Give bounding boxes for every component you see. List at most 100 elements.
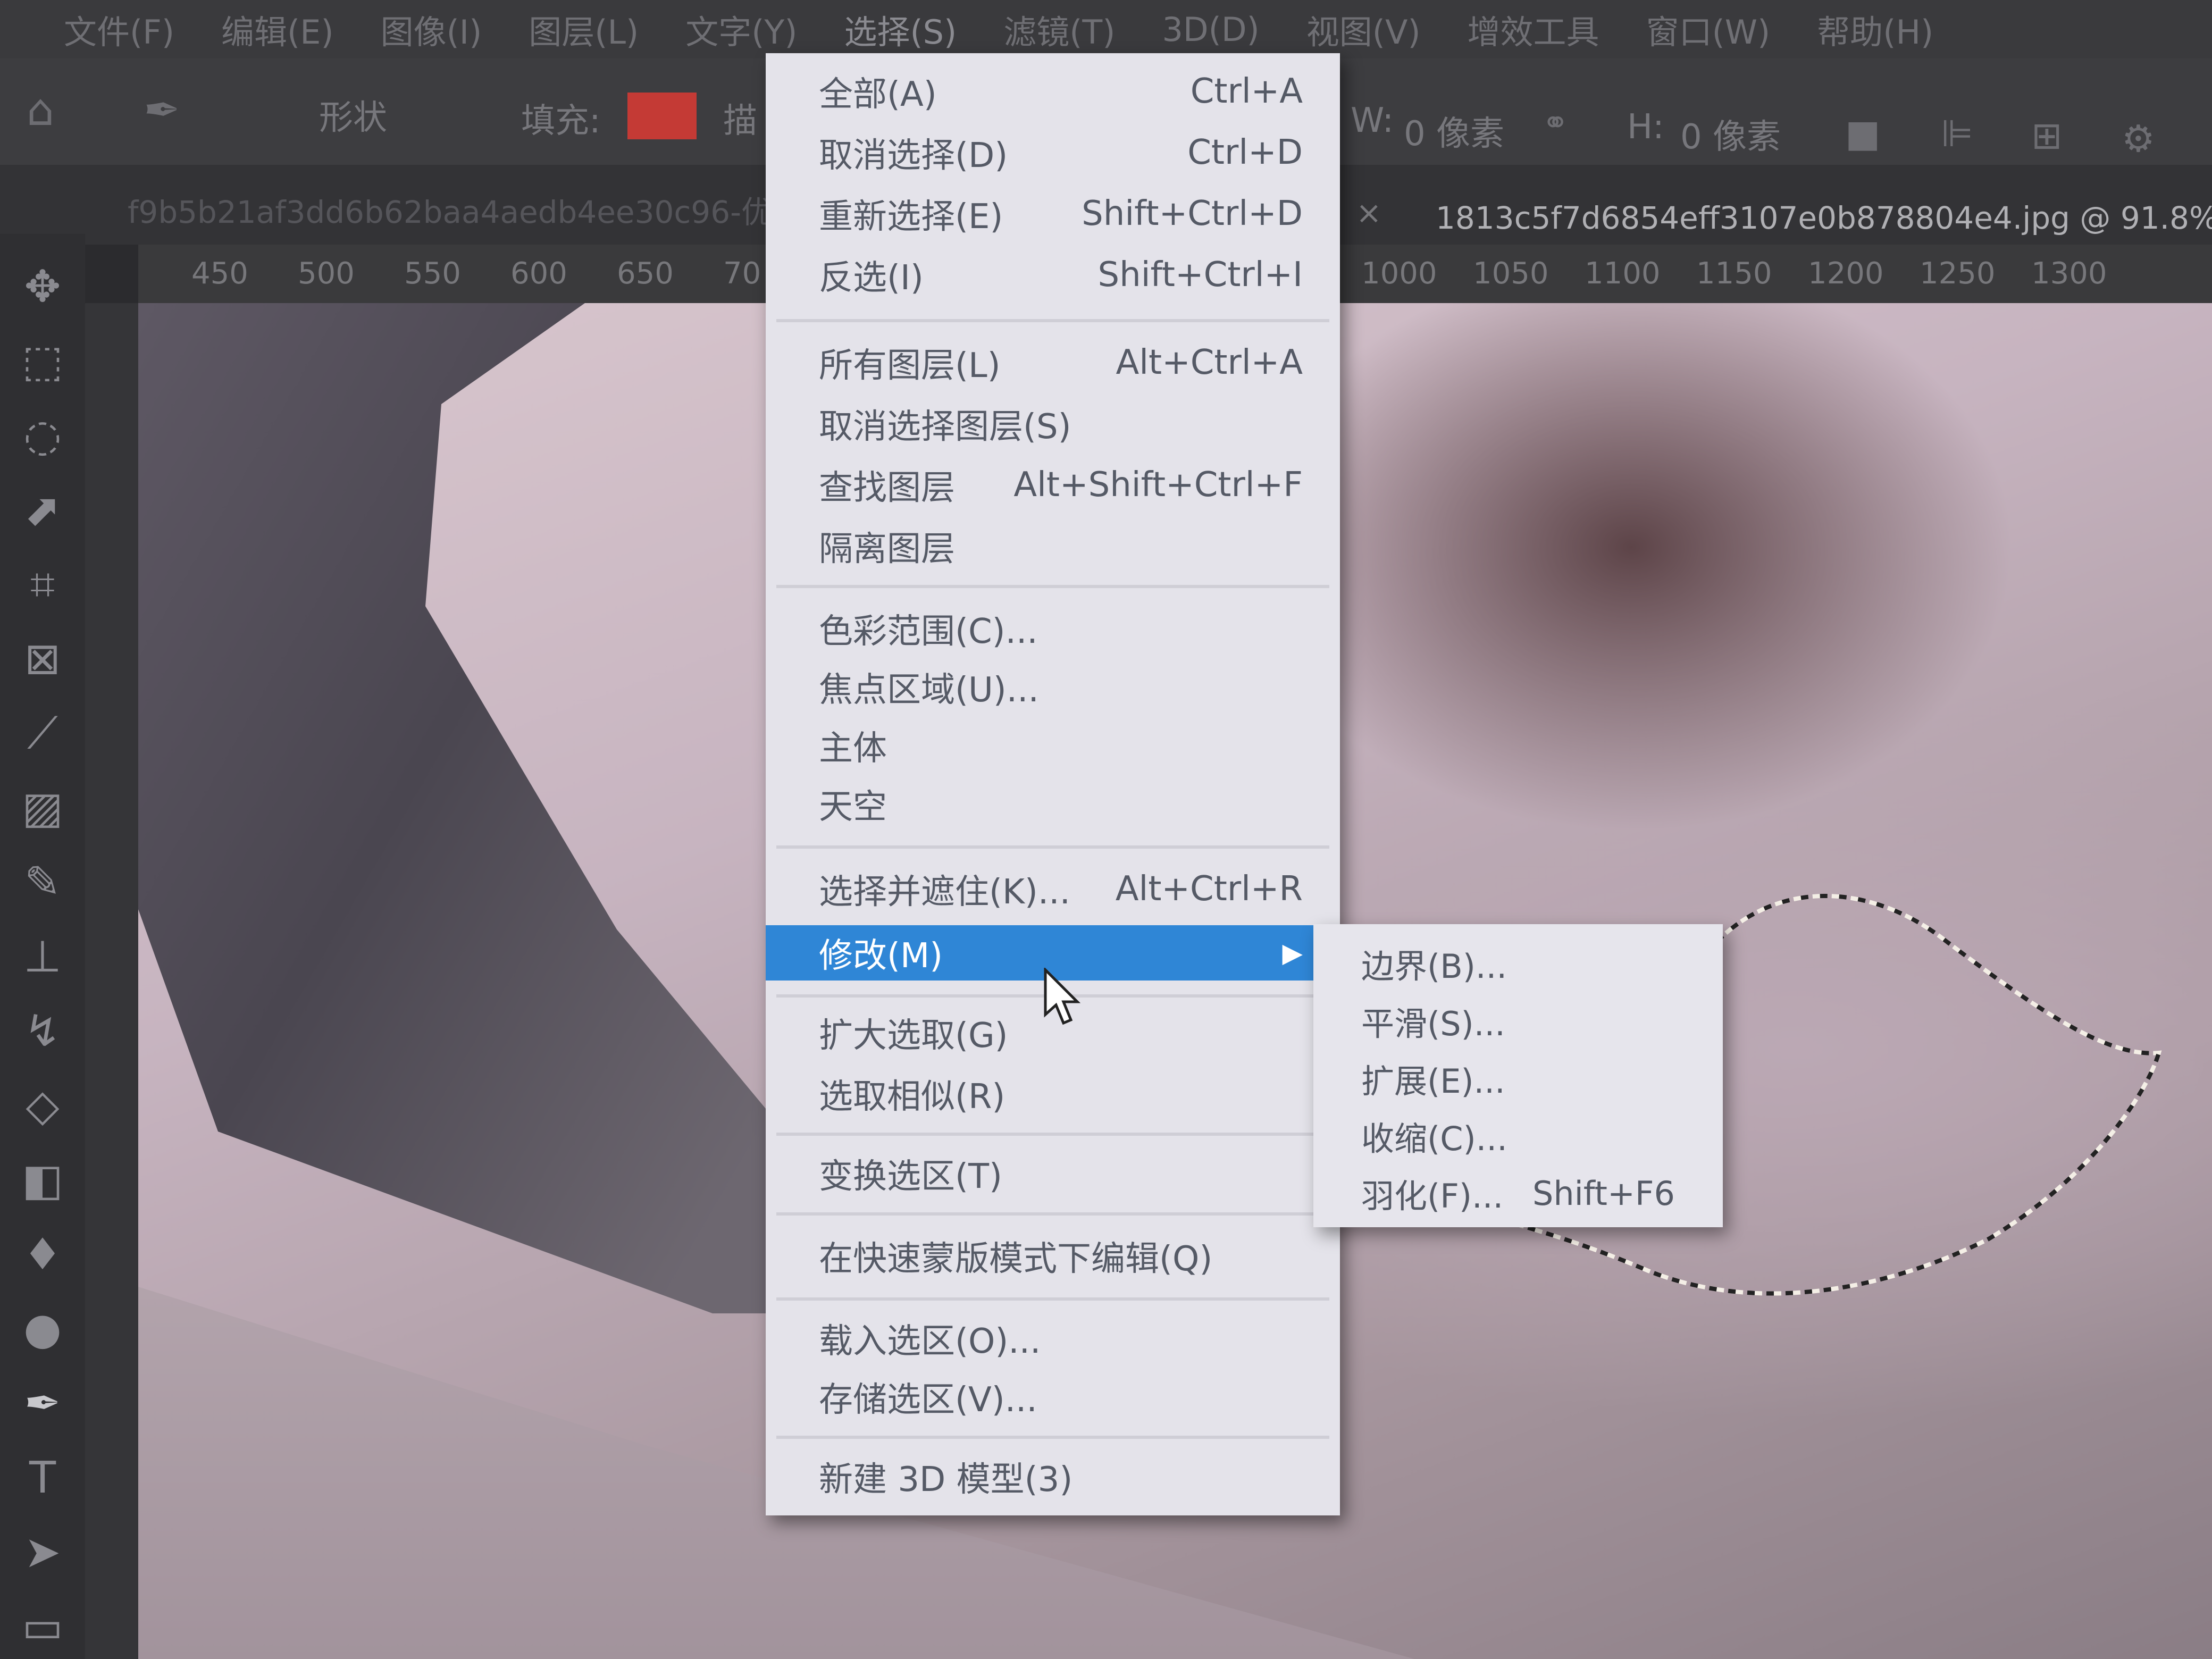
eraser-tool-icon[interactable]: ◇: [16, 1079, 69, 1133]
menu-item-subject[interactable]: 主体: [766, 718, 1340, 773]
marquee-tool-icon[interactable]: ⬚: [16, 335, 69, 388]
close-tab-icon[interactable]: ×: [1356, 195, 1382, 231]
ruler-tick: 650: [617, 256, 674, 291]
quick-selection-tool-icon[interactable]: ⬈: [16, 484, 69, 537]
menu-item-select-and-mask[interactable]: 选择并遮住(K)... Alt+Ctrl+R: [766, 861, 1340, 917]
ruler-tick: 70: [723, 256, 761, 291]
menu-item-sky[interactable]: 天空: [766, 776, 1340, 832]
menu-item-color-range[interactable]: 色彩范围(C)...: [766, 601, 1340, 656]
menu-layer[interactable]: 图层(L): [529, 5, 639, 53]
menu-type[interactable]: 文字(Y): [685, 5, 797, 53]
menu-divider: [776, 319, 1329, 322]
tools-panel: ✥ ⬚ ◌ ⬈ ⌗ ⊠ ⟋ ▨ ✎ ⊥ ↯ ◇ ◧ ♦ ● ✒ T ➤ ▭: [0, 234, 85, 1659]
menu-divider: [776, 845, 1329, 849]
menu-item-focus-area[interactable]: 焦点区域(U)...: [766, 659, 1340, 715]
rectangle-tool-icon[interactable]: ▭: [16, 1601, 69, 1654]
ruler-tick: 1100: [1585, 256, 1661, 291]
menu-divider: [776, 585, 1329, 588]
lasso-tool-icon[interactable]: ◌: [16, 409, 69, 463]
menu-view[interactable]: 视图(V): [1306, 5, 1421, 53]
menu-item-new-3d-model[interactable]: 新建 3D 模型(3): [766, 1449, 1340, 1504]
menu-item-inverse[interactable]: 反选(I) Shift+Ctrl+I: [766, 247, 1340, 303]
ruler-tick: 1150: [1696, 256, 1772, 291]
menu-item-isolate-layers[interactable]: 隔离图层: [766, 518, 1340, 574]
menu-bar: 文件(F) 编辑(E) 图像(I) 图层(L) 文字(Y) 选择(S) 滤镜(T…: [0, 0, 2212, 58]
width-field[interactable]: 0 像素: [1404, 106, 1504, 155]
pen-tool-icon[interactable]: ✒: [144, 85, 180, 136]
menu-item-similar[interactable]: 选取相似(R): [766, 1066, 1340, 1121]
ruler-tick: 550: [404, 256, 461, 291]
menu-item-deselect[interactable]: 取消选择(D) Ctrl+D: [766, 125, 1340, 180]
document-tab-inactive[interactable]: f9b5b21af3dd6b62baa4aedb4ee30c96-优化: [128, 187, 803, 232]
menu-divider: [776, 1133, 1329, 1136]
brush-tool-icon[interactable]: ✎: [16, 856, 69, 909]
history-brush-tool-icon[interactable]: ↯: [16, 1005, 69, 1058]
menu-item-deselect-layers[interactable]: 取消选择图层(S): [766, 396, 1340, 451]
submenu-item-feather[interactable]: 羽化(F)... Shift+F6: [1313, 1164, 1723, 1222]
width-label: W:: [1351, 101, 1394, 140]
menu-select[interactable]: 选择(S): [844, 5, 957, 53]
submenu-arrow-icon: ▶: [1282, 937, 1303, 968]
ruler-tick: 1050: [1473, 256, 1549, 291]
menu-help[interactable]: 帮助(H): [1817, 5, 1933, 53]
crop-tool-icon[interactable]: ⌗: [16, 558, 69, 611]
height-label: H:: [1627, 107, 1664, 147]
menu-image[interactable]: 图像(I): [381, 5, 482, 53]
gradient-tool-icon[interactable]: ◧: [16, 1154, 69, 1207]
vertical-ruler: [85, 303, 138, 1659]
home-icon[interactable]: ⌂: [27, 85, 54, 136]
select-menu-dropdown: 全部(A) Ctrl+A 取消选择(D) Ctrl+D 重新选择(E) Shift+C…: [766, 53, 1340, 1515]
path-alignment-icon[interactable]: ⊫: [1941, 112, 1973, 155]
dodge-tool-icon[interactable]: ●: [16, 1303, 69, 1356]
healing-brush-tool-icon[interactable]: ▨: [16, 782, 69, 835]
menu-filter[interactable]: 滤镜(T): [1003, 5, 1115, 53]
menu-item-load-selection[interactable]: 载入选区(O)...: [766, 1311, 1340, 1366]
ruler-tick: 1300: [2031, 256, 2107, 291]
type-tool-icon[interactable]: T: [16, 1452, 69, 1505]
ruler-tick: 450: [191, 256, 248, 291]
link-icon[interactable]: ⚭: [1542, 104, 1569, 141]
ruler-tick: 1000: [1361, 256, 1437, 291]
menu-item-all[interactable]: 全部(A) Ctrl+A: [766, 64, 1340, 119]
pen-tool-icon[interactable]: ✒: [16, 1377, 69, 1430]
ruler-tick: 1250: [1920, 256, 1996, 291]
blur-tool-icon[interactable]: ♦: [16, 1228, 69, 1281]
ruler-tick: 1200: [1808, 256, 1884, 291]
submenu-item-border[interactable]: 边界(B)...: [1313, 935, 1723, 992]
ruler-tick: 500: [298, 256, 355, 291]
menu-item-save-selection[interactable]: 存储选区(V)...: [766, 1369, 1340, 1425]
stamp-tool-icon[interactable]: ⊥: [16, 931, 69, 984]
path-selection-tool-icon[interactable]: ➤: [16, 1526, 69, 1579]
menu-divider: [776, 1297, 1329, 1301]
document-tab-active[interactable]: 1813c5f7d6854eff3107e0b878804e4.jpg @ 91…: [1436, 200, 2212, 236]
submenu-item-smooth[interactable]: 平滑(S)...: [1313, 992, 1723, 1050]
ruler-tick: 600: [510, 256, 567, 291]
stroke-label: 描: [723, 102, 757, 141]
menu-item-reselect[interactable]: 重新选择(E) Shift+Ctrl+D: [766, 186, 1340, 241]
menu-item-all-layers[interactable]: 所有图层(L) Alt+Ctrl+A: [766, 335, 1340, 390]
submenu-item-expand[interactable]: 扩展(E)...: [1313, 1050, 1723, 1107]
menu-item-quick-mask[interactable]: 在快速蒙版模式下编辑(Q): [766, 1228, 1340, 1284]
menu-divider: [776, 1436, 1329, 1439]
fill-label: 填充:: [521, 102, 601, 141]
menu-plugins[interactable]: 增效工具: [1468, 5, 1599, 53]
tool-mode-select[interactable]: 形状: [319, 90, 387, 139]
menu-divider: [776, 1212, 1329, 1216]
menu-item-transform-selection[interactable]: 变换选区(T): [766, 1146, 1340, 1201]
menu-edit[interactable]: 编辑(E): [221, 5, 334, 53]
fill-color-swatch[interactable]: [627, 93, 697, 139]
path-arrangement-icon[interactable]: ⊞: [2031, 114, 2063, 157]
frame-tool-icon[interactable]: ⊠: [16, 633, 69, 686]
gear-icon[interactable]: ⚙: [2122, 117, 2155, 161]
menu-file[interactable]: 文件(F): [64, 5, 174, 53]
height-field[interactable]: 0 像素: [1680, 110, 1781, 158]
menu-window[interactable]: 窗口(W): [1646, 5, 1771, 53]
submenu-item-contract[interactable]: 收缩(C)...: [1313, 1107, 1723, 1164]
menu-3d[interactable]: 3D(D): [1162, 10, 1259, 49]
menu-item-find-layers[interactable]: 查找图层 Alt+Shift+Ctrl+F: [766, 457, 1340, 513]
mouse-cursor-icon: [1044, 968, 1081, 1025]
eyedropper-tool-icon[interactable]: ⟋: [16, 707, 69, 760]
modify-submenu: 边界(B)... 平滑(S)... 扩展(E)... 收缩(C)... 羽化(F…: [1313, 924, 1723, 1227]
path-operations-icon[interactable]: ■: [1845, 112, 1880, 155]
move-tool-icon[interactable]: ✥: [16, 261, 69, 314]
